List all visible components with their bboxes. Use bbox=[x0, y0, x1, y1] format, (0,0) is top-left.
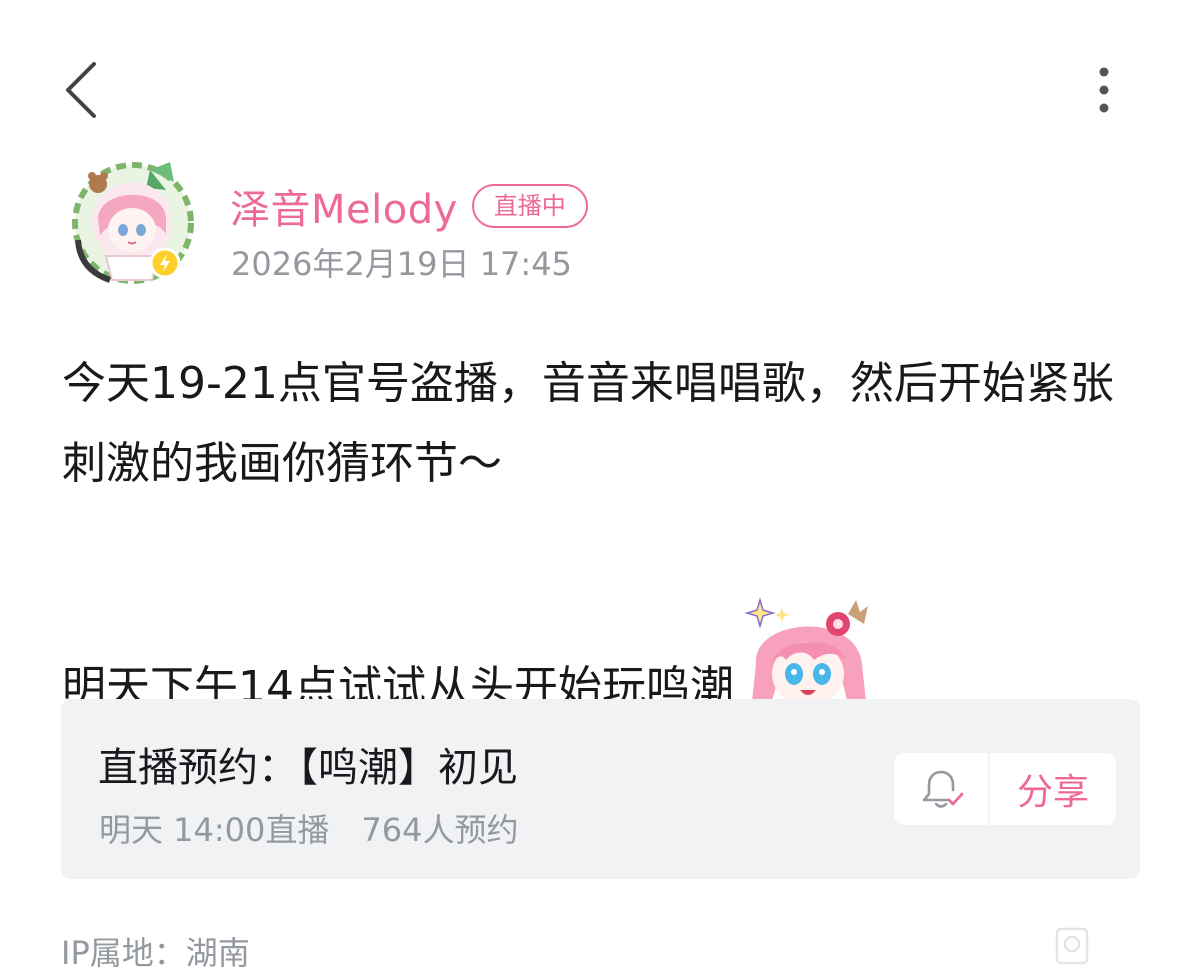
report-icon[interactable] bbox=[1054, 926, 1090, 966]
bell-check-icon bbox=[922, 770, 964, 808]
lightning-icon bbox=[150, 248, 180, 278]
author-info: 泽音Melody 直播中 bbox=[230, 177, 588, 235]
reservation-title: 直播预约：【鸣潮】初见 bbox=[98, 745, 518, 791]
back-button[interactable] bbox=[56, 56, 108, 124]
post-text-line1: 今天19-21点官号盗播，音音来唱唱歌，然后开始紧张刺激的我画你猜环节～ bbox=[62, 358, 1114, 489]
post-time: 2026年2月19日 17:45 bbox=[231, 245, 572, 283]
live-reservation-card[interactable]: 直播预约：【鸣潮】初见 明天 14:00直播 764人预约 分享 bbox=[61, 699, 1140, 879]
author-avatar[interactable] bbox=[70, 160, 196, 286]
post-content: 今天19-21点官号盗播，音音来唱唱歌，然后开始紧张刺激的我画你猜环节～ 明天下… bbox=[62, 344, 1142, 733]
reservation-meta: 明天 14:00直播 764人预约 bbox=[99, 805, 519, 851]
more-options-button[interactable] bbox=[1084, 62, 1124, 118]
share-button[interactable]: 分享 bbox=[990, 753, 1116, 825]
reservation-actions: 分享 bbox=[894, 753, 1116, 825]
author-name[interactable]: 泽音Melody bbox=[230, 177, 458, 235]
remind-button[interactable] bbox=[894, 753, 990, 825]
live-status-badge[interactable]: 直播中 bbox=[471, 184, 588, 228]
reservation-time: 明天 14:00直播 bbox=[99, 811, 330, 849]
chevron-left-icon bbox=[66, 62, 96, 118]
ip-location: IP属地：湖南 bbox=[61, 934, 250, 972]
reservation-count: 764人预约 bbox=[361, 811, 519, 849]
more-vertical-icon bbox=[1099, 67, 1109, 113]
